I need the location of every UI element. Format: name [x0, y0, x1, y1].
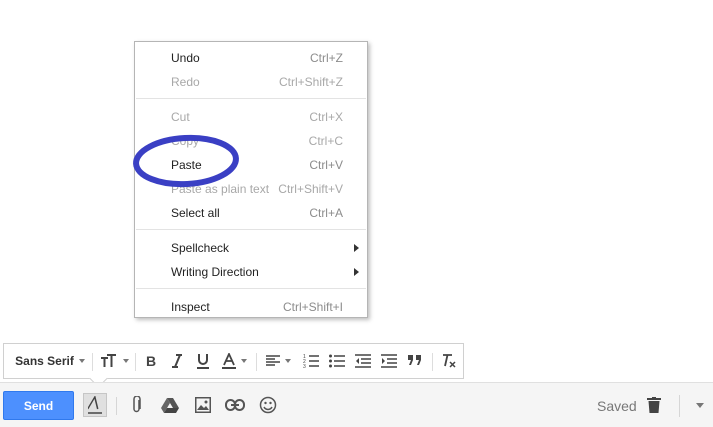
- menu-item-label: Paste as plain text: [171, 182, 270, 196]
- italic-button[interactable]: [166, 350, 188, 372]
- menu-item-shortcut: Ctrl+C: [308, 134, 343, 148]
- menu-item-label: Redo: [171, 75, 200, 89]
- bold-icon: B: [146, 354, 156, 368]
- more-options-button[interactable]: [688, 393, 712, 417]
- bold-button[interactable]: B: [140, 350, 162, 372]
- chevron-down-icon: [240, 359, 247, 363]
- send-button[interactable]: Send: [3, 391, 74, 420]
- menu-item-cut[interactable]: Cut Ctrl+X: [135, 106, 367, 128]
- chevron-down-icon: [284, 359, 291, 363]
- photo-button[interactable]: [191, 393, 215, 417]
- menu-item-label: Paste: [171, 158, 202, 172]
- menu-item-paste[interactable]: Paste Ctrl+V: [135, 154, 367, 176]
- menu-item-label: Select all: [171, 206, 220, 220]
- menu-item-copy[interactable]: Copy Ctrl+C: [135, 130, 367, 152]
- menu-item-label: Spellcheck: [171, 241, 230, 255]
- formatting-options-icon: [88, 396, 102, 414]
- menu-item-undo[interactable]: Undo Ctrl+Z: [135, 47, 367, 69]
- quote-icon: [408, 355, 421, 365]
- align-button[interactable]: [262, 350, 294, 372]
- formatting-options-button[interactable]: [83, 393, 107, 417]
- attach-button[interactable]: [125, 393, 149, 417]
- emoji-button[interactable]: [256, 393, 280, 417]
- bulleted-list-button[interactable]: [326, 350, 348, 372]
- align-icon: [265, 355, 280, 366]
- font-family-select[interactable]: Sans Serif: [12, 350, 88, 372]
- toolbar-divider: [679, 395, 680, 417]
- menu-item-select-all[interactable]: Select all Ctrl+A: [135, 202, 367, 224]
- underline-button[interactable]: [192, 350, 214, 372]
- toolbar-divider: [135, 353, 136, 371]
- drive-button[interactable]: [158, 393, 182, 417]
- link-icon: [225, 399, 245, 411]
- menu-item-label: Cut: [171, 110, 190, 124]
- attach-icon: [133, 396, 141, 413]
- menu-item-writing-direction[interactable]: Writing Direction: [135, 261, 367, 283]
- menu-item-shortcut: Ctrl+Shift+Z: [278, 75, 343, 89]
- toolbar-divider: [432, 353, 433, 371]
- context-menu: Undo Ctrl+Z Redo Ctrl+Shift+Z Cut Ctrl+X…: [134, 41, 368, 318]
- trash-icon: [647, 397, 661, 413]
- toolbar-divider: [256, 353, 257, 371]
- menu-item-label: Undo: [171, 51, 200, 65]
- font-size-icon: [100, 354, 116, 367]
- text-color-icon: [221, 353, 236, 369]
- remove-formatting-icon: [443, 354, 456, 368]
- bulleted-list-icon: [329, 354, 345, 368]
- indent-less-icon: [355, 354, 371, 368]
- menu-item-shortcut: Ctrl+V: [309, 158, 343, 172]
- chevron-down-icon: [122, 359, 129, 363]
- svg-text:3: 3: [303, 364, 306, 368]
- menu-item-shortcut: Ctrl+Shift+V: [278, 182, 343, 196]
- compose-bottom-bar: Send Saved: [0, 382, 713, 427]
- numbered-list-button[interactable]: 1 2 3: [300, 350, 322, 372]
- submenu-arrow-icon: [354, 268, 359, 276]
- underline-icon: [197, 354, 209, 369]
- remove-formatting-button[interactable]: [438, 350, 460, 372]
- discard-draft-button[interactable]: [642, 393, 666, 417]
- menu-item-inspect[interactable]: Inspect Ctrl+Shift+I: [135, 296, 367, 318]
- menu-item-shortcut: Ctrl+A: [309, 206, 343, 220]
- toolbar-divider: [92, 353, 93, 371]
- photo-icon: [195, 397, 211, 413]
- menu-separator: [136, 229, 366, 230]
- svg-text:B: B: [146, 354, 156, 368]
- font-size-button[interactable]: [98, 350, 130, 372]
- menu-separator: [136, 98, 366, 99]
- menu-item-label: Inspect: [171, 300, 210, 314]
- indent-more-button[interactable]: [378, 350, 400, 372]
- emoji-icon: [259, 396, 277, 414]
- toolbar-divider: [116, 397, 117, 415]
- menu-separator: [136, 288, 366, 289]
- saved-status: Saved: [597, 398, 637, 414]
- menu-item-shortcut: Ctrl+X: [309, 110, 343, 124]
- text-color-button[interactable]: [218, 350, 250, 372]
- more-options-icon: [696, 402, 704, 408]
- menu-item-redo[interactable]: Redo Ctrl+Shift+Z: [135, 71, 367, 93]
- menu-item-label: Writing Direction: [171, 265, 259, 279]
- menu-item-spellcheck[interactable]: Spellcheck: [135, 237, 367, 259]
- drive-icon: [161, 398, 179, 413]
- italic-icon: [172, 354, 182, 368]
- menu-item-shortcut: Ctrl+Shift+I: [282, 300, 343, 314]
- chevron-down-icon: [78, 359, 85, 363]
- formatting-toolbar: Sans Serif B 1 2 3: [3, 343, 464, 388]
- menu-item-shortcut: Ctrl+Z: [310, 51, 343, 65]
- compose-window: Undo Ctrl+Z Redo Ctrl+Shift+Z Cut Ctrl+X…: [0, 0, 713, 427]
- menu-item-label: Copy: [171, 134, 200, 148]
- numbered-list-icon: 1 2 3: [303, 354, 319, 368]
- quote-button[interactable]: [404, 350, 426, 372]
- indent-more-icon: [381, 354, 397, 368]
- font-family-label: Sans Serif: [15, 354, 74, 368]
- submenu-arrow-icon: [354, 244, 359, 252]
- menu-item-paste-plain[interactable]: Paste as plain text Ctrl+Shift+V: [135, 178, 367, 200]
- link-button[interactable]: [223, 393, 247, 417]
- indent-less-button[interactable]: [352, 350, 374, 372]
